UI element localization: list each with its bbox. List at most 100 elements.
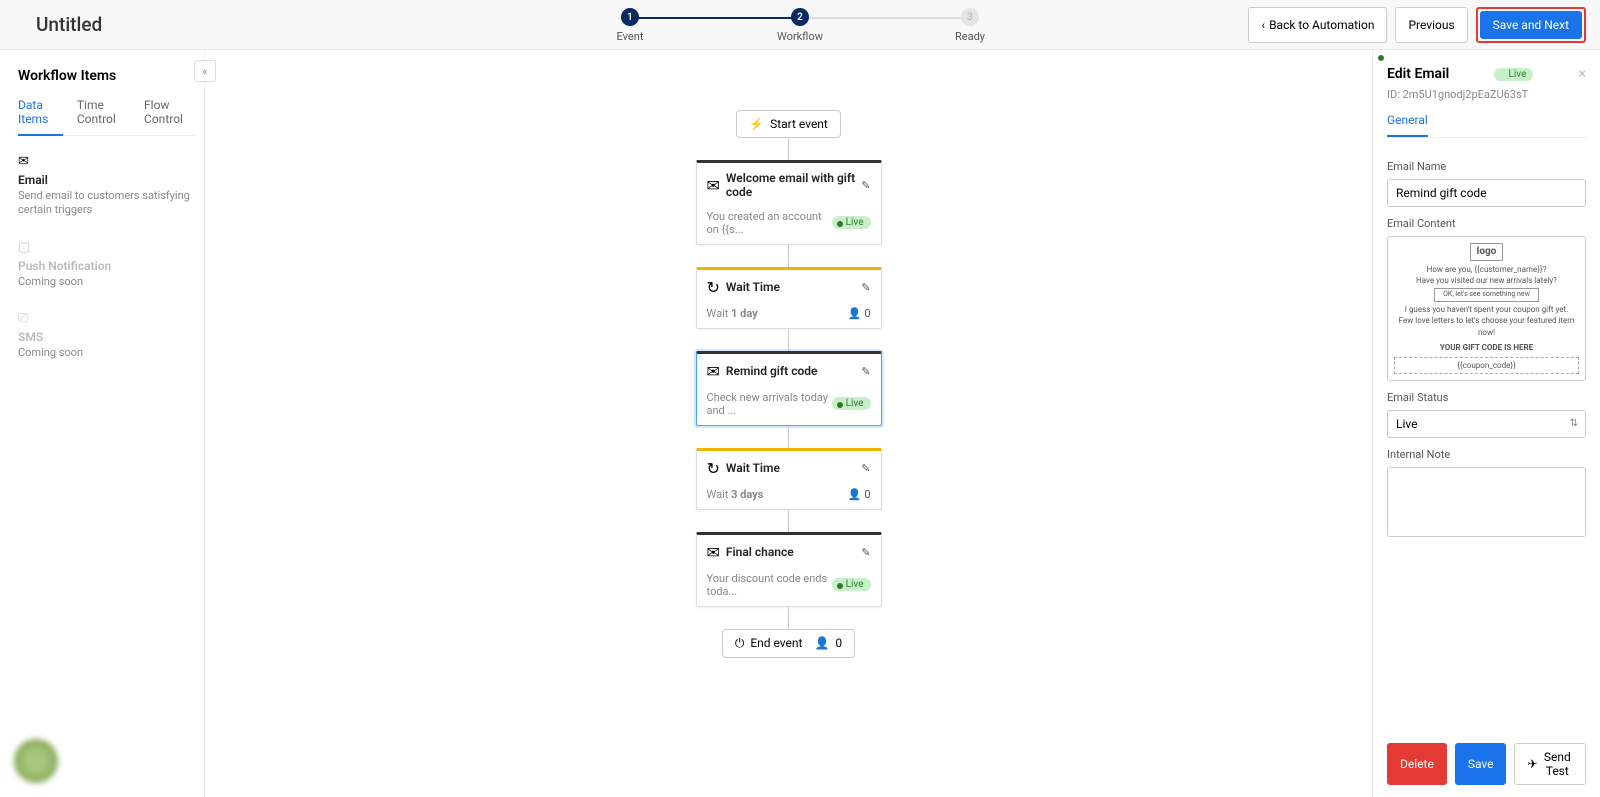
panel-title: Edit Email [1387, 66, 1449, 82]
previous-button[interactable]: Previous [1395, 7, 1467, 43]
user-icon: 👤 [814, 636, 829, 650]
people-count: 👤0 [848, 488, 871, 501]
node-title: Wait Time [726, 461, 855, 475]
connector [788, 245, 789, 267]
save-button[interactable]: Save [1455, 743, 1507, 785]
save-and-next-button[interactable]: Save and Next [1480, 11, 1582, 39]
sidebar-item-desc: Send email to customers satisfying certa… [18, 189, 196, 218]
sidebar: « Workflow Items Data Items Time Control… [0, 50, 205, 797]
node-title: Final chance [726, 545, 855, 559]
panel-footer: Delete Save ✈ Send Test [1387, 743, 1586, 785]
email-icon: ✉ [707, 362, 720, 381]
preview-line: How are you, {{customer_name}}? [1394, 264, 1579, 275]
email-status-select[interactable]: Live [1387, 410, 1586, 438]
step-circle: 2 [791, 8, 809, 26]
step-label: Workflow [777, 30, 823, 43]
node-title: Remind gift code [726, 364, 855, 378]
step-label: Event [617, 30, 644, 43]
logo-icon: logo [1470, 243, 1504, 261]
live-badge: Live [1494, 68, 1533, 81]
send-icon: ✈ [1527, 757, 1537, 771]
email-id: ID: 2m5U1gnodj2pEaZU63sT [1387, 88, 1586, 101]
send-test-button[interactable]: ✈ Send Test [1514, 743, 1586, 785]
node-wait-2[interactable]: ↻ Wait Time ✎ Wait 3 days 👤0 [696, 448, 882, 510]
email-icon: ✉ [18, 154, 29, 169]
user-icon: 👤 [848, 488, 862, 501]
step-line [800, 17, 970, 19]
close-icon[interactable]: × [1579, 66, 1586, 82]
node-final-chance[interactable]: ✉ Final chance ✎ Your discount code ends… [696, 532, 882, 607]
step-event[interactable]: 1 Event [545, 8, 715, 43]
sidebar-tabs: Data Items Time Control Flow Control [18, 98, 196, 136]
tab-time-control[interactable]: Time Control [77, 98, 130, 135]
email-name-input[interactable] [1387, 179, 1586, 207]
internal-note-input[interactable] [1387, 467, 1586, 537]
tab-flow-control[interactable]: Flow Control [144, 98, 196, 135]
delete-button[interactable]: Delete [1387, 743, 1447, 785]
power-icon: ⏻ [735, 636, 745, 651]
end-count: 0 [835, 636, 842, 650]
panel-tabs: General [1387, 109, 1586, 138]
back-label: Back to Automation [1269, 18, 1374, 32]
edit-icon[interactable]: ✎ [861, 281, 870, 294]
sidebar-item-title: Email [18, 173, 196, 187]
live-badge: Live [832, 578, 871, 591]
sidebar-item-desc: Coming soon [18, 346, 196, 360]
sms-icon: ⎚ [18, 311, 28, 326]
people-count: 👤0 [848, 307, 871, 320]
label-internal-note: Internal Note [1387, 448, 1586, 461]
wait-text: Wait 3 days [707, 488, 764, 501]
chevron-left-icon: ‹ [1261, 18, 1265, 32]
step-circle: 1 [621, 8, 639, 26]
edit-icon[interactable]: ✎ [861, 462, 870, 475]
node-remind-gift-code[interactable]: ✉ Remind gift code ✎ Check new arrivals … [696, 351, 882, 426]
workflow-canvas[interactable]: ⚡ Start event ✉ Welcome email with gift … [205, 50, 1372, 797]
top-actions: ‹ Back to Automation Previous Save and N… [1248, 7, 1586, 43]
back-to-automation-button[interactable]: ‹ Back to Automation [1248, 7, 1387, 43]
start-event-pill[interactable]: ⚡ Start event [736, 110, 841, 138]
step-line [630, 17, 800, 19]
end-label: End event [750, 636, 802, 650]
tab-general[interactable]: General [1387, 109, 1428, 137]
node-title: Wait Time [726, 280, 855, 294]
email-icon: ✉ [707, 543, 720, 562]
connector [788, 329, 789, 351]
preview-button: OK, let's see something new [1434, 288, 1539, 302]
user-icon: 👤 [848, 307, 862, 320]
node-welcome-email[interactable]: ✉ Welcome email with gift code ✎ You cre… [696, 160, 882, 245]
sidebar-title: Workflow Items [18, 68, 196, 84]
preview-line: I guess you haven't spent your coupon gi… [1394, 304, 1579, 315]
email-preview[interactable]: logo How are you, {{customer_name}}? Hav… [1387, 236, 1586, 381]
end-event-pill[interactable]: ⏻ End event 👤 0 [722, 629, 855, 658]
step-ready[interactable]: 3 Ready [885, 8, 1055, 43]
connector [788, 607, 789, 629]
sidebar-item-email[interactable]: ✉ Email Send email to customers satisfyi… [18, 150, 196, 218]
edit-icon[interactable]: ✎ [861, 179, 870, 192]
step-workflow[interactable]: 2 Workflow [715, 8, 885, 43]
send-test-label: Send Test [1542, 750, 1573, 778]
node-subtitle: You created an account on {{s... [707, 210, 832, 236]
live-badge: Live [832, 216, 871, 229]
connector [788, 138, 789, 160]
sidebar-item-desc: Coming soon [18, 275, 196, 289]
label-email-content: Email Content [1387, 217, 1586, 230]
connector [788, 426, 789, 448]
preview-line: Have you visited our new arrivals lately… [1394, 275, 1579, 286]
edit-icon[interactable]: ✎ [861, 546, 870, 559]
start-label: Start event [770, 117, 828, 131]
preview-code: {{coupon_code}} [1394, 357, 1579, 374]
sidebar-item-title: Push Notification [18, 259, 196, 273]
edit-icon[interactable]: ✎ [861, 365, 870, 378]
clock-icon: ↻ [707, 278, 720, 297]
right-panel: Edit Email Live × ID: 2m5U1gnodj2pEaZU63… [1372, 50, 1600, 797]
page-title: Untitled [36, 13, 102, 36]
clock-icon: ↻ [707, 459, 720, 478]
preview-code-label: YOUR GIFT CODE IS HERE [1394, 342, 1579, 353]
flow: ⚡ Start event ✉ Welcome email with gift … [696, 110, 882, 658]
tab-data-items[interactable]: Data Items [18, 98, 63, 136]
live-badge: Live [832, 397, 871, 410]
step-circle: 3 [961, 8, 979, 26]
bolt-icon: ⚡ [749, 117, 764, 131]
node-subtitle: Your discount code ends toda... [707, 572, 832, 598]
node-wait-1[interactable]: ↻ Wait Time ✎ Wait 1 day 👤0 [696, 267, 882, 329]
